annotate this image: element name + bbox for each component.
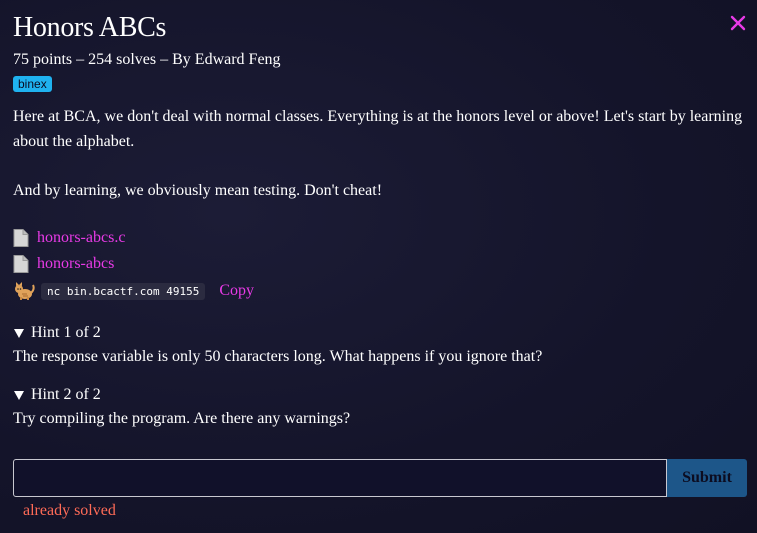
hint-text: The response variable is only 50 charact…: [13, 348, 543, 365]
copy-command-link[interactable]: Copy: [219, 282, 254, 300]
solve-status: already solved: [23, 502, 116, 519]
challenge-description: Here at BCA, we don't deal with normal c…: [13, 104, 747, 203]
file-icon: [13, 229, 29, 247]
flag-form: Submit: [13, 459, 747, 497]
hint-toggle[interactable]: Hint 2 of 2: [13, 385, 747, 405]
disclosure-triangle-icon: [14, 390, 24, 400]
challenge-meta: 75 points – 254 solves – By Edward Feng: [13, 51, 281, 68]
hint-1: Hint 1 of 2 The response variable is onl…: [13, 323, 747, 367]
challenge-title: Honors ABCs: [13, 12, 167, 43]
flag-input[interactable]: [13, 459, 667, 497]
description-paragraph: Here at BCA, we don't deal with normal c…: [13, 108, 743, 150]
file-item: honors-abcs: [13, 251, 747, 277]
disclosure-triangle-icon: [14, 328, 24, 338]
hint-toggle[interactable]: Hint 1 of 2: [13, 323, 747, 343]
connection-row: nc bin.bcactf.com 49155 Copy: [13, 277, 747, 305]
cat-icon: [15, 282, 35, 300]
hint-summary-label: Hint 2 of 2: [31, 386, 101, 403]
file-item: honors-abcs.c: [13, 225, 747, 251]
netcat-command: nc bin.bcactf.com 49155: [41, 282, 206, 300]
category-tag: binex: [13, 76, 52, 92]
hint-summary-label: Hint 1 of 2: [31, 324, 101, 341]
attachments: honors-abcs.c honors-abcs nc bin.bcactf.…: [13, 225, 747, 305]
file-link-binary[interactable]: honors-abcs: [37, 255, 114, 273]
file-icon: [13, 255, 29, 273]
submit-button[interactable]: Submit: [667, 459, 747, 497]
hint-2: Hint 2 of 2 Try compiling the program. A…: [13, 385, 747, 429]
description-paragraph: And by learning, we obviously mean testi…: [13, 182, 383, 199]
challenge-panel: Honors ABCs 75 points – 254 solves – By …: [13, 12, 747, 429]
hint-text: Try compiling the program. Are there any…: [13, 410, 351, 427]
file-link-source[interactable]: honors-abcs.c: [37, 229, 125, 247]
